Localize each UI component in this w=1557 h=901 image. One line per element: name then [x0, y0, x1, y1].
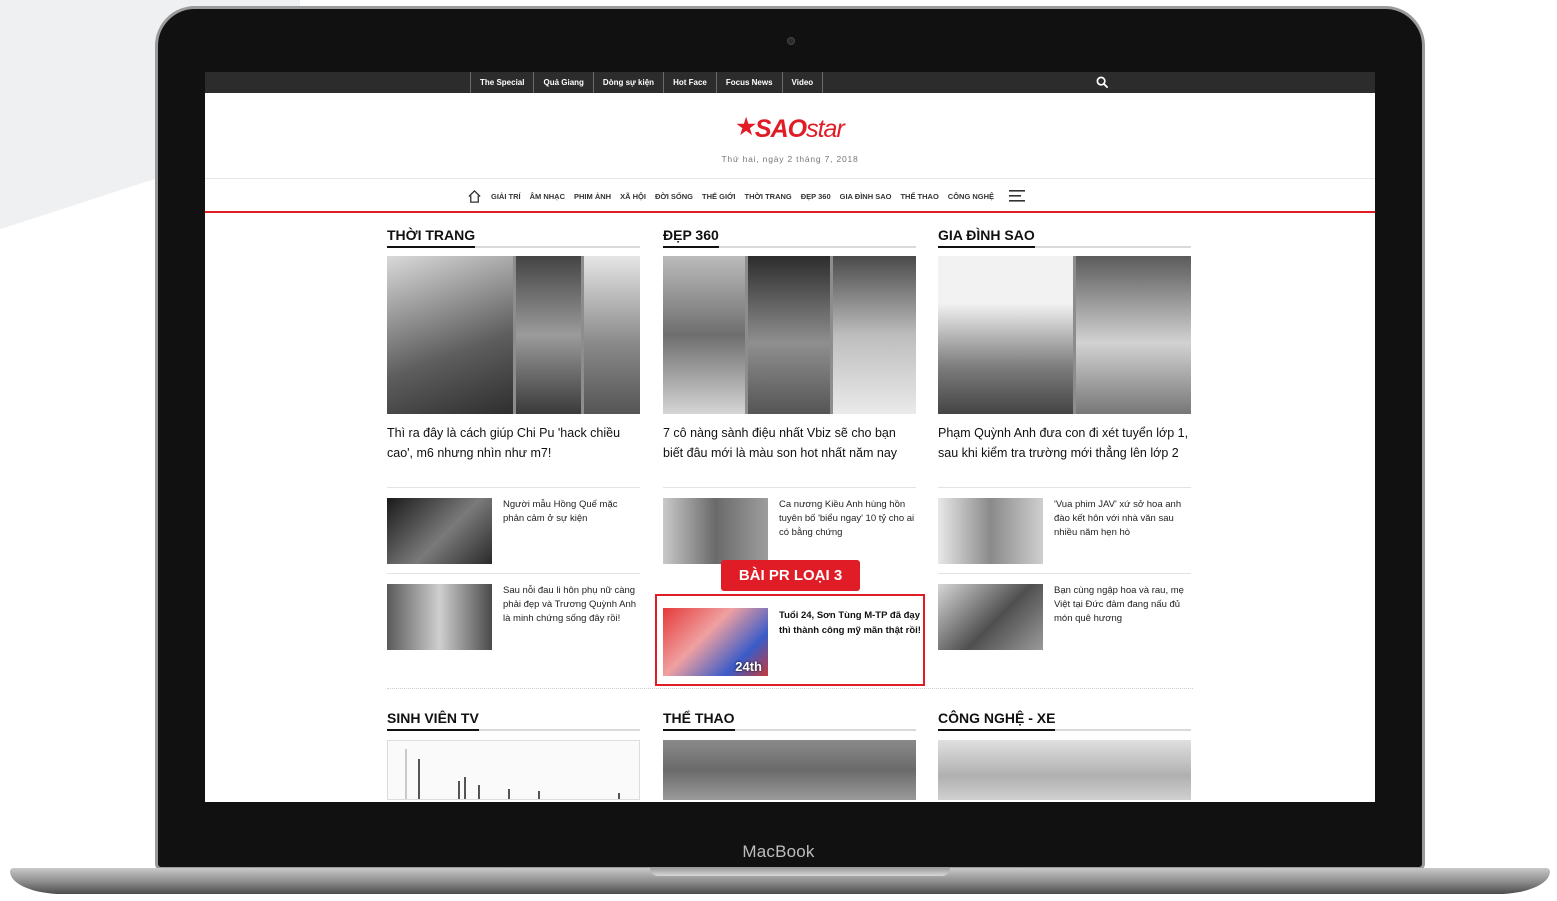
- section-dep-360: ĐẸP 360 7 cô nàng sành điệu nhất Vbiz sẽ…: [663, 227, 916, 573]
- browser-screen: The Special Quả Giang Dòng sự kiện Hot F…: [205, 72, 1375, 802]
- list-item[interactable]: Bạn cùng ngập hoa và rau, mẹ Việt tại Đứ…: [938, 573, 1191, 659]
- list-item[interactable]: Sau nỗi đau li hôn phụ nữ càng phải đẹp …: [387, 573, 640, 659]
- list-item[interactable]: 'Vua phim JAV' xứ sở hoa anh đào kết hôn…: [938, 487, 1191, 573]
- nav-item-doi-song[interactable]: ĐỜI SỐNG: [655, 192, 693, 201]
- pr-thumbnail-label: 24th: [735, 659, 762, 674]
- site-logo[interactable]: ★SAOstar: [205, 114, 1375, 144]
- item-thumbnail: [938, 584, 1043, 650]
- topbar-link-qua-giang[interactable]: Quả Giang: [533, 72, 592, 93]
- topbar-link-the-special[interactable]: The Special: [470, 72, 533, 93]
- current-date: Thứ hai, ngày 2 tháng 7, 2018: [721, 154, 859, 164]
- nav-item-the-thao[interactable]: THỂ THAO: [900, 192, 938, 201]
- nav-item-giai-tri[interactable]: GIẢI TRÍ: [491, 192, 521, 201]
- item-thumbnail: [387, 584, 492, 650]
- section-cong-nghe-xe: CÔNG NGHỆ - XE: [938, 710, 1191, 800]
- hero-headline[interactable]: 7 cô nàng sành điệu nhất Vbiz sẽ cho bạn…: [663, 423, 916, 487]
- section-divider: [387, 688, 1193, 689]
- laptop-base: [10, 868, 1550, 894]
- item-thumbnail: [663, 498, 768, 564]
- section-the-thao: THỂ THAO: [663, 710, 916, 800]
- device-label: MacBook: [742, 842, 815, 861]
- hero-headline[interactable]: Thì ra đây là cách giúp Chi Pu 'hack chi…: [387, 423, 640, 487]
- hero-image[interactable]: [938, 256, 1191, 414]
- menu-icon[interactable]: [1009, 190, 1026, 202]
- camera-icon: [787, 37, 795, 45]
- item-title: Bạn cùng ngập hoa và rau, mẹ Việt tại Đứ…: [1054, 585, 1184, 624]
- pr-badge: BÀI PR LOẠI 3: [721, 560, 860, 591]
- section-title[interactable]: SINH VIÊN TV: [387, 710, 640, 731]
- section-title[interactable]: CÔNG NGHỆ - XE: [938, 710, 1191, 731]
- item-title: Sau nỗi đau li hôn phụ nữ càng phải đẹp …: [503, 585, 637, 624]
- hero-headline[interactable]: Phạm Quỳnh Anh đưa con đi xét tuyển lớp …: [938, 423, 1191, 487]
- search-icon[interactable]: [1096, 76, 1109, 89]
- list-item[interactable]: Người mẫu Hồng Quế mặc phản cảm ở sự kiệ…: [387, 487, 640, 573]
- section-image[interactable]: [938, 740, 1191, 800]
- topbar-link-hot-face[interactable]: Hot Face: [663, 72, 716, 93]
- topbar-link-focus-news[interactable]: Focus News: [715, 72, 782, 93]
- pr-thumbnail: 24th: [663, 608, 768, 676]
- topbar-link-dong-su-kien[interactable]: Dòng sự kiện: [592, 72, 663, 93]
- section-title[interactable]: ĐẸP 360: [663, 227, 916, 248]
- item-thumbnail: [387, 498, 492, 564]
- main-nav: GIẢI TRÍ ÂM NHẠC PHIM ẢNH XÃ HỘI ĐỜI SỐN…: [467, 186, 1026, 206]
- nav-item-gia-dinh-sao[interactable]: GIA ĐÌNH SAO: [840, 192, 892, 201]
- section-title[interactable]: THỂ THAO: [663, 710, 916, 731]
- pr-article[interactable]: 24th Tuổi 24, Sơn Tùng M-TP đã đạy thì t…: [655, 594, 925, 686]
- nav-item-dep-360[interactable]: ĐẸP 360: [801, 192, 831, 201]
- section-sinh-vien-tv: SINH VIÊN TV: [387, 710, 640, 800]
- star-icon: ★: [736, 114, 756, 139]
- section-title[interactable]: THỜI TRANG: [387, 227, 640, 248]
- hero-image[interactable]: [387, 256, 640, 414]
- section-thoi-trang: THỜI TRANG Thì ra đây là cách giúp Chi P…: [387, 227, 640, 659]
- section-image[interactable]: [387, 740, 640, 800]
- home-icon[interactable]: [467, 189, 482, 204]
- top-bar: The Special Quả Giang Dòng sự kiện Hot F…: [205, 72, 1375, 93]
- item-title: 'Vua phim JAV' xứ sở hoa anh đào kết hôn…: [1054, 499, 1182, 538]
- nav-divider: [205, 178, 1375, 179]
- item-thumbnail: [938, 498, 1043, 564]
- nav-item-the-gioi[interactable]: THẾ GIỚI: [702, 192, 735, 201]
- item-title: Người mẫu Hồng Quế mặc phản cảm ở sự kiệ…: [503, 499, 618, 524]
- hero-image[interactable]: [663, 256, 916, 414]
- pr-title: Tuổi 24, Sơn Tùng M-TP đã đạy thì thành …: [779, 610, 921, 636]
- logo-main: SAO: [754, 115, 807, 143]
- section-title[interactable]: GIA ĐÌNH SAO: [938, 227, 1191, 248]
- nav-item-am-nhac[interactable]: ÂM NHẠC: [530, 192, 565, 201]
- nav-item-cong-nghe[interactable]: CÔNG NGHỆ: [948, 192, 994, 201]
- logo-sub: star: [806, 115, 845, 143]
- nav-item-phim-anh[interactable]: PHIM ẢNH: [574, 192, 611, 201]
- nav-underline: [205, 211, 1375, 213]
- nav-item-thoi-trang[interactable]: THỜI TRANG: [745, 192, 792, 201]
- nav-item-xa-hoi[interactable]: XÃ HỘI: [620, 192, 646, 201]
- section-image[interactable]: [663, 740, 916, 800]
- section-gia-dinh-sao: GIA ĐÌNH SAO Phạm Quỳnh Anh đưa con đi x…: [938, 227, 1191, 659]
- topbar-link-video[interactable]: Video: [781, 72, 824, 93]
- bar-chart-thumbnail: [405, 749, 620, 799]
